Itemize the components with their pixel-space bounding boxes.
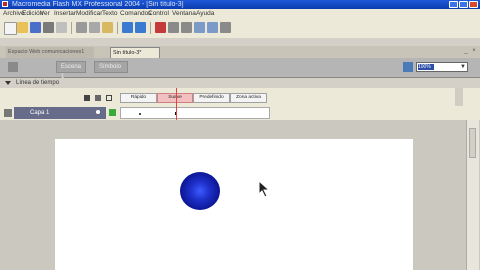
workspace-gap: [0, 38, 480, 46]
copy-icon[interactable]: [89, 22, 100, 33]
visibility-dot-icon[interactable]: [96, 110, 100, 114]
menu-control[interactable]: Control: [148, 9, 169, 19]
menu-comandos[interactable]: Comandos: [120, 9, 151, 19]
ease-rapido-button[interactable]: Rápido: [120, 93, 157, 103]
stage-canvas[interactable]: [55, 139, 413, 270]
zoom-select[interactable]: 100% ▼: [416, 62, 468, 72]
layer-row[interactable]: Capa 1: [0, 106, 480, 121]
ease-zona-activa-button[interactable]: Zona activa: [230, 93, 267, 103]
scale-icon[interactable]: [207, 22, 218, 33]
menu-ver[interactable]: Ver: [40, 9, 50, 19]
breadcrumb-symbol[interactable]: Símbolo: [94, 61, 128, 73]
menu-texto[interactable]: Texto: [102, 9, 118, 19]
align-icon[interactable]: [220, 22, 231, 33]
timeline-title: Línea de tiempo: [16, 80, 60, 86]
zoom-value: 100%: [418, 64, 434, 70]
print-icon[interactable]: [43, 22, 54, 33]
layer-type-icon: [4, 109, 12, 117]
blue-ball-shape[interactable]: [180, 172, 220, 210]
print-preview-icon[interactable]: [56, 22, 67, 33]
menu-insertar[interactable]: Insertar: [54, 9, 76, 19]
chevron-down-icon: ▼: [460, 64, 466, 70]
back-arrow-icon[interactable]: [8, 62, 18, 72]
save-icon[interactable]: [30, 22, 41, 33]
ease-suave-button[interactable]: Suave: [157, 93, 193, 103]
paste-icon[interactable]: [102, 22, 113, 33]
tab-close-icon[interactable]: ×: [471, 48, 477, 54]
cut-icon[interactable]: [76, 22, 87, 33]
edit-scene-icon[interactable]: [403, 62, 413, 72]
menu-ventana[interactable]: Ventana: [172, 9, 196, 19]
toolbar-separator: [71, 22, 72, 34]
straighten-icon[interactable]: [181, 22, 192, 33]
breadcrumb-scene[interactable]: Escena 1: [56, 61, 86, 80]
outline-icon[interactable]: [106, 95, 112, 101]
window-title: Macromedia Flash MX Professional 2004 - …: [12, 1, 184, 8]
ease-predefinido-button[interactable]: Predefinido: [193, 93, 230, 103]
tab-label: Espacio Web comunicaciones1: [8, 49, 85, 55]
new-file-icon[interactable]: [4, 22, 17, 35]
tab-label: Sin título-3*: [113, 50, 142, 56]
toolbar-separator: [117, 22, 118, 34]
timeline-controls: Rápido Suave Predefinido Zona activa: [0, 88, 480, 107]
redo-icon[interactable]: [135, 22, 146, 33]
tab-minimize-icon[interactable]: _: [463, 48, 469, 54]
smooth-icon[interactable]: [168, 22, 179, 33]
menu-ayuda[interactable]: Ayuda: [196, 9, 214, 19]
tab-sin-titulo[interactable]: Sin título-3*: [110, 47, 160, 58]
undo-icon[interactable]: [122, 22, 133, 33]
vertical-scrollbar[interactable]: [466, 120, 479, 270]
collapse-arrow-icon[interactable]: [5, 81, 11, 85]
frame-strip[interactable]: [120, 107, 270, 119]
layer-name[interactable]: Capa 1: [14, 107, 106, 119]
title-bar: Macromedia Flash MX Professional 2004 - …: [0, 0, 480, 9]
rotate-skew-icon[interactable]: [194, 22, 205, 33]
minimize-button[interactable]: [449, 1, 458, 8]
main-toolbar: [0, 19, 480, 39]
symbol-label: Símbolo: [99, 64, 122, 70]
scene-bar: Escena 1 Símbolo 100% ▼: [0, 58, 480, 80]
scroll-thumb[interactable]: [469, 128, 476, 158]
open-folder-icon[interactable]: [17, 22, 28, 33]
eye-icon[interactable]: [84, 95, 90, 101]
flash-app-icon: [2, 1, 8, 7]
layer-name-label: Capa 1: [30, 110, 50, 116]
lock-icon[interactable]: [95, 95, 101, 101]
toolbar-separator: [150, 22, 151, 34]
magnet-snap-icon[interactable]: [155, 22, 166, 33]
maximize-button[interactable]: [459, 1, 468, 8]
timeline-menu-icon[interactable]: [455, 88, 463, 106]
playhead[interactable]: [176, 88, 177, 120]
keyframe-dot[interactable]: [139, 113, 141, 115]
layer-color-swatch[interactable]: [109, 109, 116, 116]
menu-modificar[interactable]: Modificar: [76, 9, 102, 19]
tab-espacio-web[interactable]: Espacio Web comunicaciones1: [6, 47, 94, 58]
menu-bar: Archivo Edición Ver Insertar Modificar T…: [0, 9, 480, 19]
close-window-button[interactable]: [469, 1, 478, 8]
